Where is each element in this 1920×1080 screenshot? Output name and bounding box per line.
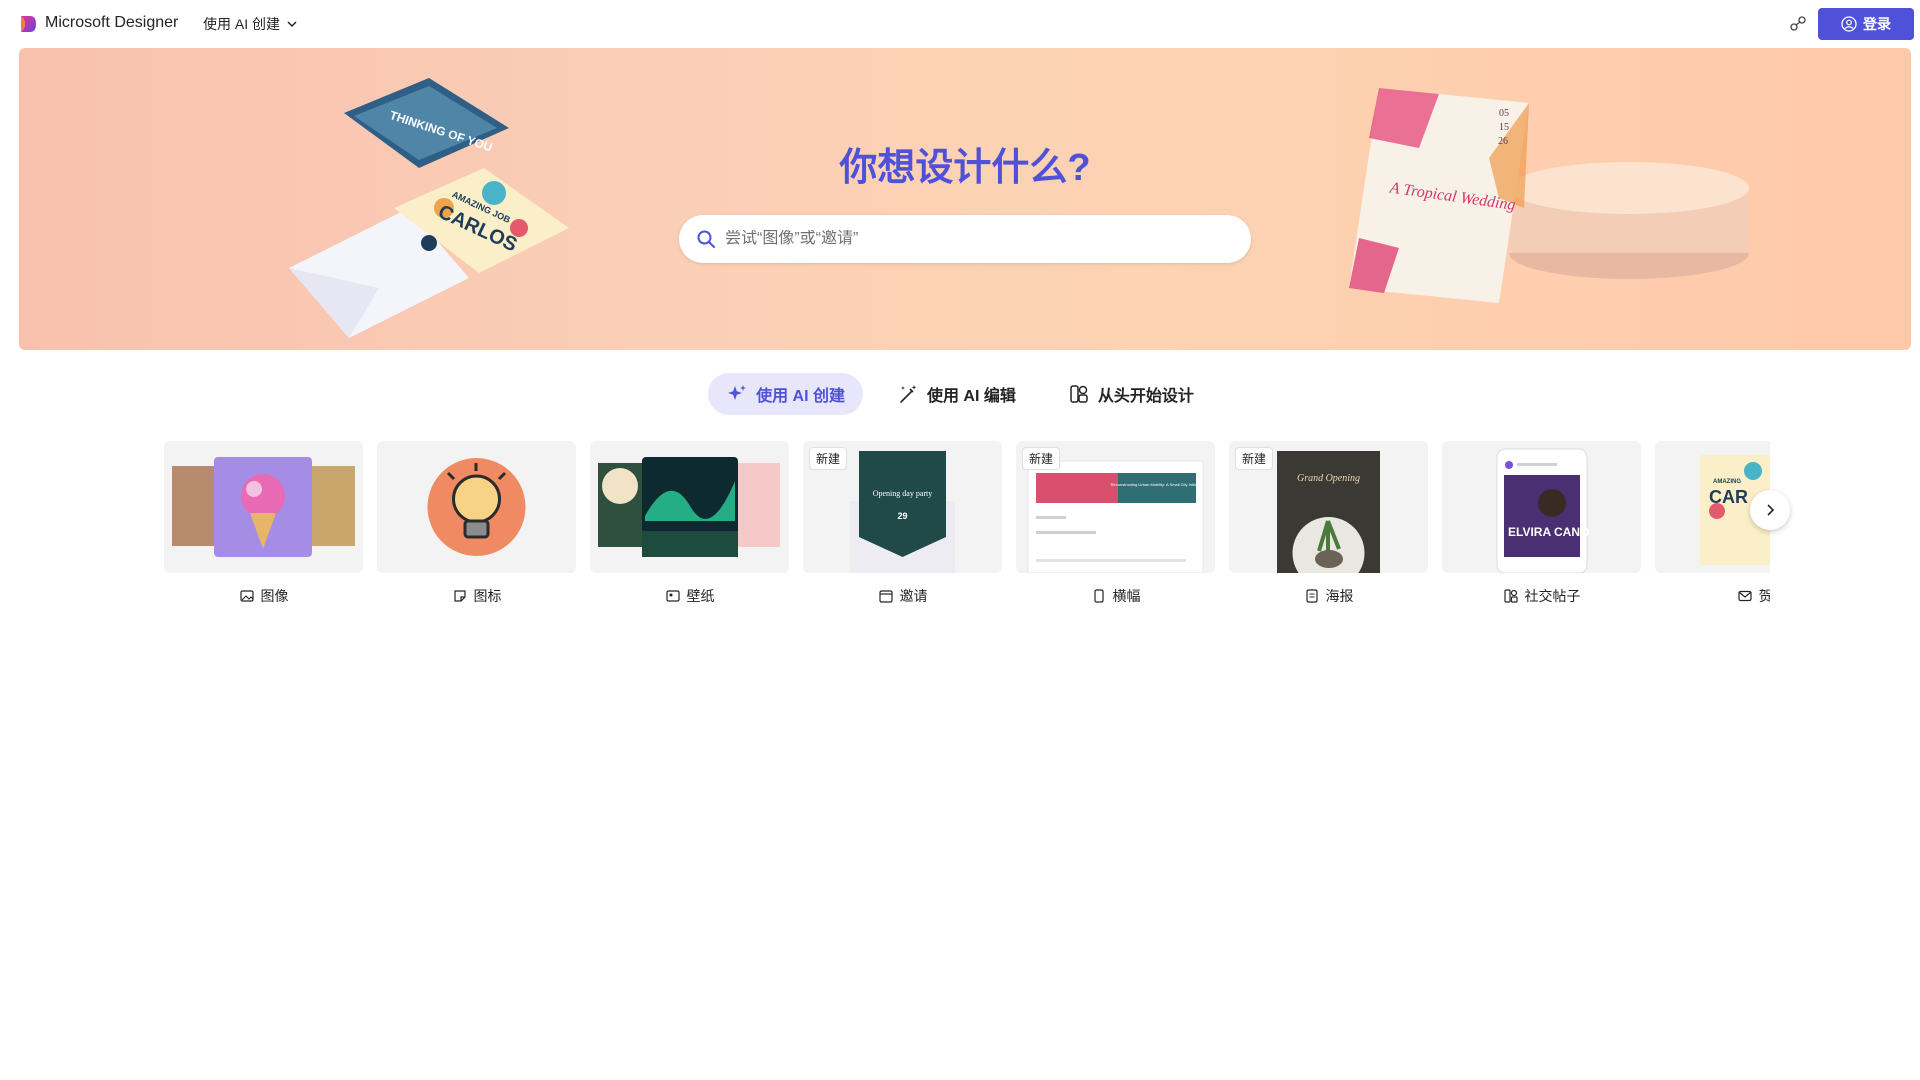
card-invite[interactable]: Opening day party 29 新建 邀请	[803, 441, 1002, 611]
top-bar: Microsoft Designer 使用 AI 创建 登录	[0, 0, 1920, 48]
tab-label: 使用 AI 创建	[756, 388, 845, 405]
card-label: 图标	[377, 581, 576, 611]
card-label: 社交帖子	[1442, 581, 1641, 611]
tab-label: 从头开始设计	[1097, 388, 1194, 405]
shapes-icon	[1070, 385, 1088, 403]
mail-icon	[1737, 590, 1752, 602]
tab-label: 使用 AI 编辑	[926, 388, 1016, 405]
tab-create-with-ai[interactable]: 使用 AI 创建	[708, 373, 863, 415]
designer-logo-icon[interactable]	[18, 14, 38, 34]
wallpaper-icon	[665, 590, 680, 602]
invite-date-month: 15	[1499, 122, 1509, 133]
card-banner[interactable]: Reconstructing Urban Mobility: A Small C…	[1016, 441, 1215, 611]
social-post-thumbnail-art: ELVIRA CANO	[1496, 448, 1589, 573]
template-carousel: 图像 图标 壁纸 Opening day party 29 新建 邀请 Reco…	[164, 441, 1770, 611]
greeting-preview-text: AMAZING	[1713, 479, 1741, 485]
invite-date-year: 26	[1498, 136, 1508, 147]
tab-design-from-scratch[interactable]: 从头开始设计	[1050, 373, 1212, 415]
card-thumbnail[interactable]	[590, 441, 789, 573]
poster-preview-title: Grand Opening	[1297, 473, 1360, 484]
brand-name[interactable]: Microsoft Designer	[45, 14, 178, 32]
card-label: 贺	[1655, 581, 1770, 611]
magic-wand-icon	[900, 385, 917, 403]
card-thumbnail[interactable]	[164, 441, 363, 573]
card-label: 海报	[1229, 581, 1428, 611]
share-link-icon[interactable]	[1788, 14, 1808, 34]
card-label-text: 海报	[1325, 588, 1354, 604]
card-greeting[interactable]: AMAZING CAR 贺	[1655, 441, 1770, 611]
card-label: 壁纸	[590, 581, 789, 611]
card-thumbnail[interactable]: Opening day party 29 新建	[803, 441, 1002, 573]
card-poster[interactable]: Grand Opening 新建 海报	[1229, 441, 1428, 611]
card-image[interactable]: 图像	[164, 441, 363, 611]
new-badge: 新建	[809, 447, 848, 470]
greeting-preview-name: CAR	[1709, 487, 1748, 507]
card-label: 横幅	[1016, 581, 1215, 611]
banner-icon	[1093, 589, 1104, 603]
search-input[interactable]	[725, 230, 1225, 248]
card-label-text: 横幅	[1112, 588, 1141, 604]
lightbulb-thumbnail-art	[427, 458, 526, 556]
new-badge: 新建	[1022, 447, 1061, 470]
sticker-icon	[453, 590, 466, 602]
card-wallpaper[interactable]: 壁纸	[590, 441, 789, 611]
card-label-text: 社交帖子	[1524, 588, 1581, 604]
card-thumbnail[interactable]: Reconstructing Urban Mobility: A Small C…	[1016, 441, 1215, 573]
mode-tabs: 使用 AI 创建 使用 AI 编辑 从头开始设计	[0, 373, 1920, 415]
login-label: 登录	[1863, 16, 1891, 32]
tab-edit-with-ai[interactable]: 使用 AI 编辑	[879, 373, 1034, 415]
image-sparkle-icon	[239, 590, 254, 602]
chevron-down-icon	[287, 21, 297, 28]
search-bar[interactable]	[679, 215, 1251, 263]
banner-preview-title: Reconstructing Urban Mobility: A Small C…	[1111, 482, 1204, 487]
aurora-thumbnail-art	[598, 457, 780, 557]
card-label-text: 壁纸	[686, 588, 715, 604]
social-preview-name: ELVIRA CANO	[1508, 525, 1589, 539]
wedding-invite-illustration: A Tropical Wedding 05 15 26	[1349, 88, 1749, 303]
card-icon[interactable]: 图标	[377, 441, 576, 611]
hero-banner: THINKING OF YOU AMAZING JOB CARLOS 你想设计什…	[19, 48, 1911, 350]
card-label: 图像	[164, 581, 363, 611]
card-thumbnail[interactable]: ELVIRA CANO	[1442, 441, 1641, 573]
greeting-cards-illustration: THINKING OF YOU AMAZING JOB CARLOS	[289, 78, 569, 338]
mode-dropdown-label: 使用 AI 创建	[203, 16, 281, 32]
card-label-text: 图标	[473, 588, 502, 604]
invite-preview-title: Opening day party	[873, 489, 933, 498]
calendar-icon	[878, 590, 893, 603]
user-circle-icon	[1841, 16, 1857, 32]
chevron-right-icon	[1767, 504, 1775, 516]
poster-icon	[1305, 589, 1318, 603]
new-badge: 新建	[1235, 447, 1274, 470]
card-social-post[interactable]: ELVIRA CANO 社交帖子	[1442, 441, 1641, 611]
card-label-text: 贺	[1758, 588, 1771, 604]
card-label: 邀请	[803, 581, 1002, 611]
login-button[interactable]: 登录	[1818, 8, 1914, 40]
social-post-icon	[1503, 589, 1518, 603]
card-thumbnail[interactable]	[377, 441, 576, 573]
sparkle-icon	[728, 385, 747, 400]
image-thumbnail-art	[172, 457, 355, 557]
card-label-text: 图像	[260, 588, 289, 604]
carousel-next-button[interactable]	[1750, 490, 1790, 530]
mode-dropdown[interactable]: 使用 AI 创建	[203, 14, 298, 34]
invite-preview-date: 29	[897, 511, 907, 521]
card-label-text: 邀请	[899, 588, 928, 604]
card-thumbnail[interactable]: Grand Opening 新建	[1229, 441, 1428, 573]
invite-date-day: 05	[1499, 108, 1509, 119]
search-icon	[697, 230, 715, 248]
